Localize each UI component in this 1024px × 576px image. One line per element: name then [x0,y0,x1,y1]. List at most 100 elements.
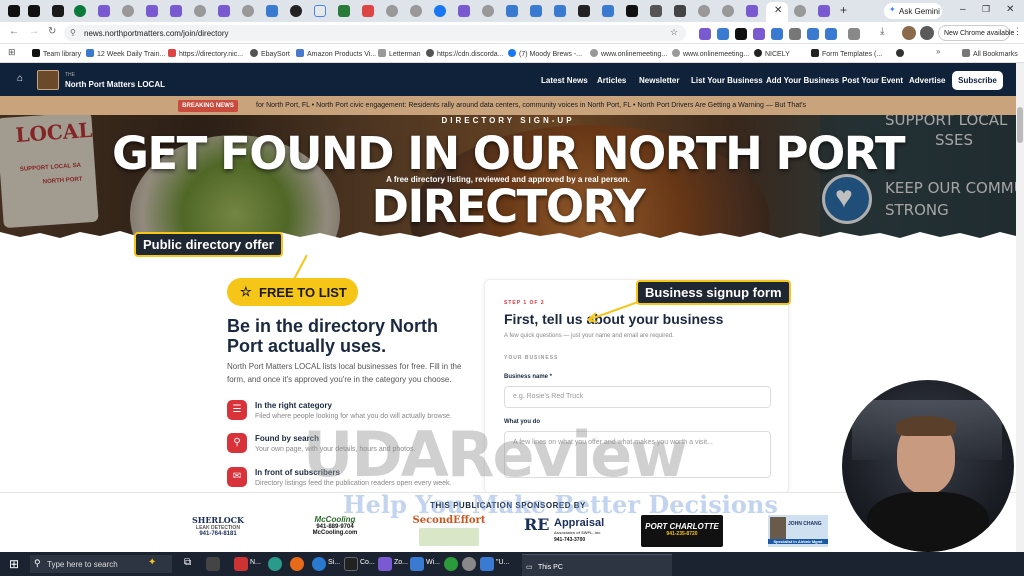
bookmark-item[interactable]: https://directory.nic... [168,49,243,58]
taskbar-app-icon[interactable] [206,557,220,571]
profile-avatar-2[interactable] [920,26,934,40]
tab-icon[interactable] [506,5,518,17]
tab-icon[interactable] [242,5,254,17]
tab-icon[interactable] [74,5,86,17]
ticker-text[interactable]: for North Port, FL • North Port civic en… [256,102,806,109]
new-tab-icon[interactable]: + [840,3,847,17]
tab-icon[interactable] [170,5,182,17]
home-icon[interactable]: ⌂ [17,73,23,84]
more-bookmarks-icon[interactable]: » [936,47,940,56]
tab-icon[interactable] [194,5,206,17]
reload-icon[interactable]: ↻ [48,26,56,37]
sponsor-logo[interactable]: JOHN CHANG Specialist in Airbnb Mgmt [768,515,828,547]
tab-icon[interactable] [52,5,64,17]
subscribe-button[interactable]: Subscribe [952,71,1003,90]
download-icon[interactable]: ⤓ [880,26,884,37]
bookmark-item[interactable] [896,49,907,58]
extension-icon[interactable] [699,28,711,40]
tab-icon[interactable] [578,5,590,17]
nav-advertise[interactable]: Advertise [909,76,945,85]
close-icon[interactable]: ✕ [774,5,782,16]
bookmark-item[interactable]: https://cdn.discorda... [426,49,504,58]
nav-newsletter[interactable]: Newsletter [639,76,679,85]
docs-icon[interactable] [602,5,614,17]
extension-icon[interactable] [807,28,819,40]
tab-icon[interactable] [8,5,20,17]
bookmark-item[interactable]: NICELY [754,49,790,58]
tab-icon[interactable] [458,5,470,17]
minimize-icon[interactable]: – [960,4,966,15]
profile-avatar[interactable] [902,26,916,40]
tab-icon[interactable] [554,5,566,17]
gmail-icon[interactable] [362,5,374,17]
google-icon[interactable] [314,5,326,17]
extensions-puzzle-icon[interactable] [848,28,860,40]
edge-icon[interactable] [312,557,326,571]
bookmark-item[interactable]: Team library [32,49,81,58]
facebook-icon[interactable] [434,5,446,17]
bookmark-item[interactable]: Letterman [378,49,421,58]
tab-icon[interactable] [482,5,494,17]
tab-icon[interactable] [122,5,134,17]
nav-latest-news[interactable]: Latest News [541,76,588,85]
tab-icon[interactable] [338,5,350,17]
tab-icon[interactable] [530,5,542,17]
bookmark-star-icon[interactable]: ☆ [670,27,678,38]
taskbar-app-icon[interactable] [462,557,476,571]
sponsor-logo[interactable]: PORT CHARLOTTE 941-235-8720 [641,515,723,547]
extension-icon[interactable] [753,28,765,40]
ask-gemini-button[interactable]: ✦ Ask Gemini [884,3,942,19]
site-info-icon[interactable]: ⚲ [70,28,76,37]
nav-post-event[interactable]: Post Your Event [842,76,903,85]
tab-icon[interactable] [650,5,662,17]
tab-icon[interactable] [28,5,40,17]
task-view-icon[interactable]: ⧉ [184,557,191,568]
free-to-list-button[interactable]: ☆ FREE TO LIST [227,278,358,306]
taskbar-app-icon[interactable] [378,557,392,571]
bookmark-item[interactable]: Amazon Products Vi... [296,49,376,58]
taskbar-app-icon[interactable] [410,557,424,571]
apps-grid-icon[interactable]: ⊞ [8,47,16,58]
tab-icon[interactable] [626,5,638,17]
tab-icon[interactable] [266,5,278,17]
bookmark-item[interactable]: 12 Week Daily Train... [86,49,165,58]
taskbar-app-icon[interactable] [268,557,282,571]
active-tab[interactable]: ✕ [766,2,788,22]
extension-icon[interactable] [825,28,837,40]
tab-icon[interactable] [674,5,686,17]
bookmark-item[interactable]: Form Templates (... [811,49,882,58]
extension-icon[interactable] [717,28,729,40]
tab-icon[interactable] [698,5,710,17]
nav-list-business[interactable]: List Your Business [691,76,763,85]
tab-icon[interactable] [746,5,758,17]
tab-icon[interactable] [818,5,830,17]
nav-add-business[interactable]: Add Your Business [766,76,839,85]
firefox-icon[interactable] [290,557,304,571]
taskbar-app-icon[interactable] [480,557,494,571]
sponsor-logo[interactable]: SecondEffort [410,515,488,547]
forward-icon[interactable]: → [29,26,39,37]
extension-icon[interactable] [735,28,747,40]
tab-icon[interactable] [386,5,398,17]
tab-icon[interactable] [218,5,230,17]
sponsor-logo[interactable]: RE Appraisal Associates of SWFL, Inc 941… [524,515,610,547]
url-field[interactable]: ⚲ news.northportmatters.com/join/directo… [64,25,686,41]
sponsor-logo[interactable]: McCooling 941-889-9704 McCooling.com [300,515,370,547]
nav-articles[interactable]: Articles [597,76,626,85]
tab-icon[interactable] [146,5,158,17]
back-icon[interactable]: ← [9,26,19,37]
this-pc-preview[interactable]: ▭ This PC [522,554,672,576]
taskbar-search[interactable]: ⚲ Type here to search ✦ [30,555,172,573]
github-icon[interactable] [290,5,302,17]
tab-icon[interactable] [98,5,110,17]
all-bookmarks[interactable]: All Bookmarks [962,49,1018,58]
sponsor-logo[interactable]: SHERLOCK LEAK DETECTION 941-764-8181 [183,515,253,547]
business-name-input[interactable]: e.g. Rosie's Red Truck [504,386,771,408]
site-name[interactable]: North Port Matters LOCAL [65,80,165,89]
new-chrome-button[interactable]: New Chrome available [938,25,1014,41]
terminal-icon[interactable] [344,557,358,571]
bookmark-item[interactable]: (7) Moody Brews -... [508,49,582,58]
tab-icon[interactable] [410,5,422,17]
menu-dots-icon[interactable]: ⋮ [1013,26,1022,37]
bookmark-item[interactable]: EbaySort [250,49,290,58]
